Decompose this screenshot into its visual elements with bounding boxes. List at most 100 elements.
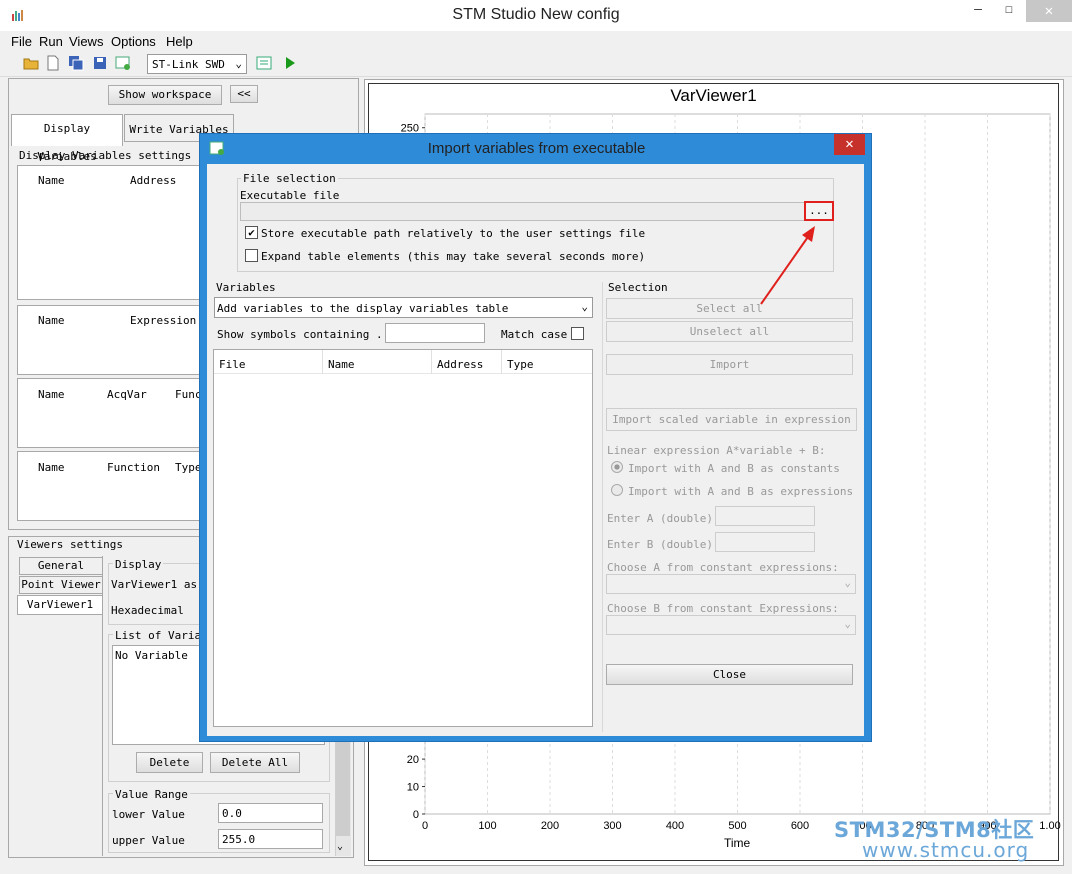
browse-button[interactable]: ... — [804, 201, 834, 221]
open-folder-icon[interactable] — [23, 55, 39, 71]
enter-a-input[interactable] — [715, 506, 815, 526]
run-icon[interactable] — [282, 55, 298, 71]
x-tick-label: 400 — [666, 820, 684, 832]
list-of-variables-label: List of Variab — [113, 629, 210, 642]
acq-table[interactable]: Name AcqVar Func — [17, 378, 207, 448]
display-line-1: VarViewer1 as — [111, 578, 198, 591]
enter-a-label: Enter A (double): — [607, 512, 720, 525]
collapse-button[interactable]: << — [230, 85, 258, 103]
column-header-expression[interactable]: Expression — [130, 314, 196, 327]
enter-b-input[interactable] — [715, 532, 815, 552]
menu-file[interactable]: File — [11, 34, 32, 49]
x-tick-label: 500 — [728, 820, 746, 832]
tab-varviewer1[interactable]: VarViewer1 — [17, 595, 103, 615]
choose-a-label: Choose A from constant expressions: — [607, 561, 839, 574]
delete-all-button[interactable]: Delete All — [210, 752, 300, 773]
x-axis-label: Time — [724, 836, 751, 850]
column-header-address[interactable]: Address — [437, 358, 483, 371]
functions-table[interactable]: Name Function Type — [17, 451, 207, 521]
expand-table-checkbox[interactable] — [245, 249, 258, 262]
annotation-arrow — [760, 226, 815, 305]
column-divider — [501, 350, 502, 374]
show-symbols-label: Show symbols containing ... — [217, 328, 396, 341]
unselect-all-button[interactable]: Unselect all — [606, 321, 853, 342]
column-divider — [322, 350, 323, 374]
add-variables-select-value: Add variables to the display variables t… — [217, 302, 509, 315]
maximize-button[interactable]: ☐ — [994, 2, 1024, 26]
upper-value-input[interactable]: 255.0 — [218, 829, 323, 849]
lower-value-input[interactable]: 0.0 — [218, 803, 323, 823]
store-relative-checkbox[interactable]: ✔ — [245, 226, 258, 239]
menu-options[interactable]: Options — [111, 34, 156, 49]
x-tick-label: 0 — [422, 820, 428, 832]
symbols-table[interactable]: File Name Address Type — [213, 349, 593, 727]
value-range-label: Value Range — [113, 788, 190, 801]
column-header-function[interactable]: Function — [107, 461, 160, 474]
close-button[interactable]: Close — [606, 664, 853, 685]
display-group-label: Display — [113, 558, 164, 571]
dialog-title: Import variables from executable — [427, 140, 646, 157]
x-tick-label: 100 — [478, 820, 496, 832]
upper-value-label: upper Value — [112, 834, 185, 847]
radio-constants-label: Import with A and B as constants — [628, 462, 840, 475]
menu-help[interactable]: Help — [166, 34, 193, 49]
save-icon[interactable] — [92, 55, 108, 71]
tab-display-variables[interactable]: Display Variables — [11, 114, 123, 163]
minimize-button[interactable]: — — [963, 2, 993, 26]
column-header-acqvar[interactable]: AcqVar — [107, 388, 147, 401]
probe-select[interactable]: ST-Link SWD ⌄ — [147, 54, 247, 74]
menu-views[interactable]: Views — [69, 34, 103, 49]
choose-b-label: Choose B from constant Expressions: — [607, 602, 839, 615]
y-tick-label: 10 — [407, 782, 419, 794]
window-title: STM Studio New config — [452, 6, 620, 23]
symbol-filter-input[interactable] — [385, 323, 485, 343]
no-variable-text: No Variable — [115, 649, 188, 662]
column-header-func[interactable]: Func — [175, 388, 202, 401]
menu-run[interactable]: Run — [39, 34, 63, 49]
dialog-close-button[interactable]: ✕ — [834, 134, 865, 155]
import-icon[interactable] — [115, 55, 131, 71]
radio-expressions-label: Import with A and B as expressions — [628, 485, 854, 498]
column-header-type[interactable]: Type — [507, 358, 534, 371]
y-tick-label: 0 — [413, 809, 419, 821]
column-divider — [431, 350, 432, 374]
store-relative-label: Store executable path relatively to the … — [261, 227, 646, 240]
import-button[interactable]: Import — [606, 354, 853, 375]
new-file-icon[interactable] — [45, 55, 61, 71]
column-header-name[interactable]: Name — [38, 461, 65, 474]
column-header-name[interactable]: Name — [38, 174, 65, 187]
window-close-button[interactable]: ✕ — [1026, 0, 1072, 22]
column-header-file[interactable]: File — [219, 358, 246, 371]
display-format: Hexadecimal — [111, 604, 184, 617]
delete-button[interactable]: Delete — [136, 752, 203, 773]
choose-a-select[interactable]: ⌄ — [606, 574, 856, 594]
column-header-address[interactable]: Address — [130, 174, 176, 187]
expressions-table[interactable]: Name Expression — [17, 305, 207, 375]
tab-general[interactable]: General — [19, 557, 103, 575]
lower-value-label: lower Value — [112, 808, 185, 821]
save-all-icon[interactable] — [68, 55, 84, 71]
viewers-settings-label: Viewers settings — [17, 538, 123, 551]
list-icon[interactable] — [256, 55, 272, 71]
column-header-name[interactable]: Name — [38, 314, 65, 327]
radio-constants[interactable] — [611, 461, 623, 473]
choose-b-select[interactable]: ⌄ — [606, 615, 856, 635]
tab-point-viewer[interactable]: Point Viewer — [19, 576, 103, 594]
radio-expressions[interactable] — [611, 484, 623, 496]
variables-label: Variables — [216, 281, 276, 294]
watermark-line-2: www.stmcu.org — [862, 838, 1030, 862]
import-scaled-button[interactable]: Import scaled variable in expression — [606, 408, 857, 431]
match-case-checkbox[interactable] — [571, 327, 584, 340]
column-header-name[interactable]: Name — [38, 388, 65, 401]
show-workspace-button[interactable]: Show workspace — [108, 85, 222, 105]
variables-table[interactable]: Name Address — [17, 165, 207, 300]
scroll-down-icon[interactable]: ⌄ — [337, 841, 343, 852]
chevron-down-icon: ⌄ — [844, 617, 851, 630]
column-header-type[interactable]: Type — [175, 461, 202, 474]
menu-bar: File Run Views Options Help — [0, 31, 1072, 51]
executable-path-field[interactable] — [240, 202, 805, 221]
column-header-name[interactable]: Name — [328, 358, 355, 371]
executable-file-label: Executable file — [240, 189, 340, 202]
add-variables-select[interactable]: Add variables to the display variables t… — [214, 297, 593, 318]
x-tick-label: 600 — [791, 820, 809, 832]
